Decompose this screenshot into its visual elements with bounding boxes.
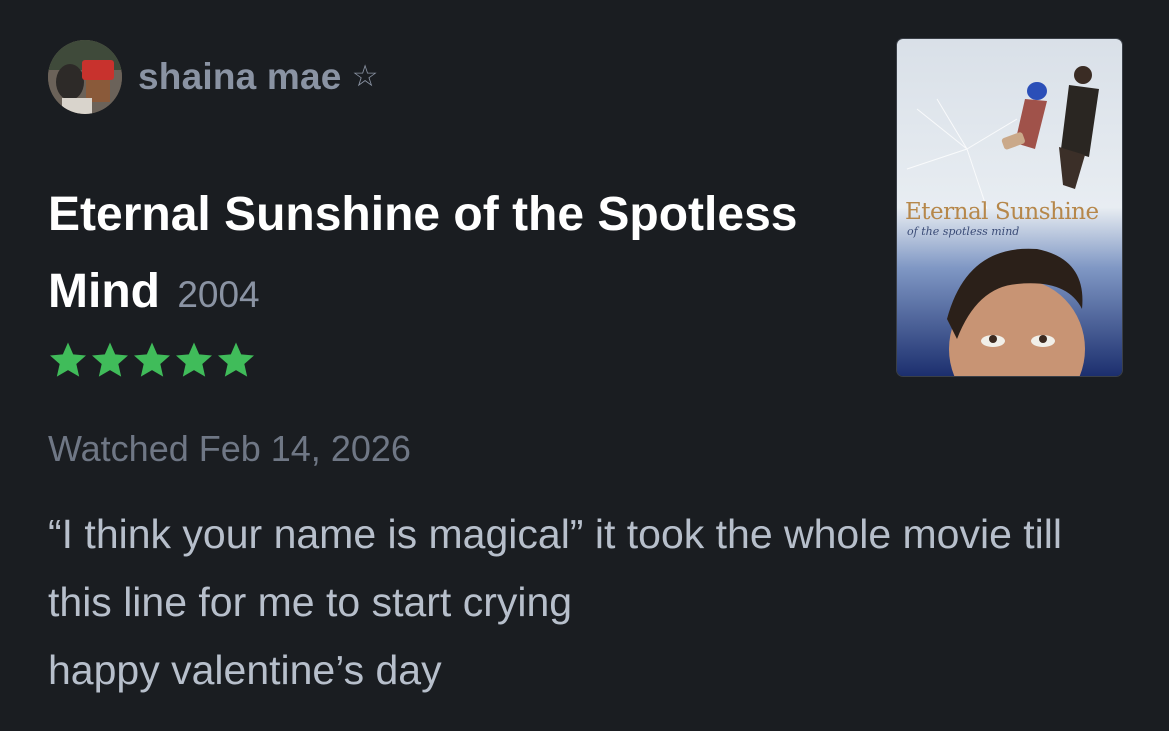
star-outline-icon: ☆ bbox=[351, 60, 379, 93]
avatar-image bbox=[48, 40, 122, 114]
poster-subtitle: of the spotless mind bbox=[907, 225, 1020, 238]
film-year[interactable]: 2004 bbox=[177, 274, 259, 315]
poster-title: Eternal Sunshine bbox=[905, 199, 1099, 225]
rating-star-icon bbox=[92, 342, 128, 377]
rating-star-icon bbox=[134, 342, 170, 377]
username[interactable]: shaina mae bbox=[138, 56, 342, 98]
watched-date: Watched Feb 14, 2026 bbox=[48, 428, 411, 469]
film-heading: Eternal Sunshine of the Spotless Mind 20… bbox=[48, 176, 808, 333]
rating-star-icon bbox=[176, 342, 212, 377]
star-rating bbox=[48, 340, 256, 380]
avatar[interactable] bbox=[48, 40, 122, 114]
film-poster[interactable]: Eternal Sunshine of the spotless mind bbox=[897, 39, 1122, 376]
review-line: “I think your name is magical” it took t… bbox=[48, 511, 1063, 625]
review-line: happy valentine’s day bbox=[48, 647, 442, 693]
film-title[interactable]: Eternal Sunshine of the Spotless Mind bbox=[48, 188, 797, 318]
rating-star-icon bbox=[218, 342, 254, 377]
review-text: “I think your name is magical” it took t… bbox=[48, 500, 1108, 704]
rating-star-icon bbox=[50, 342, 86, 377]
review-header: shaina mae ☆ bbox=[48, 40, 378, 114]
